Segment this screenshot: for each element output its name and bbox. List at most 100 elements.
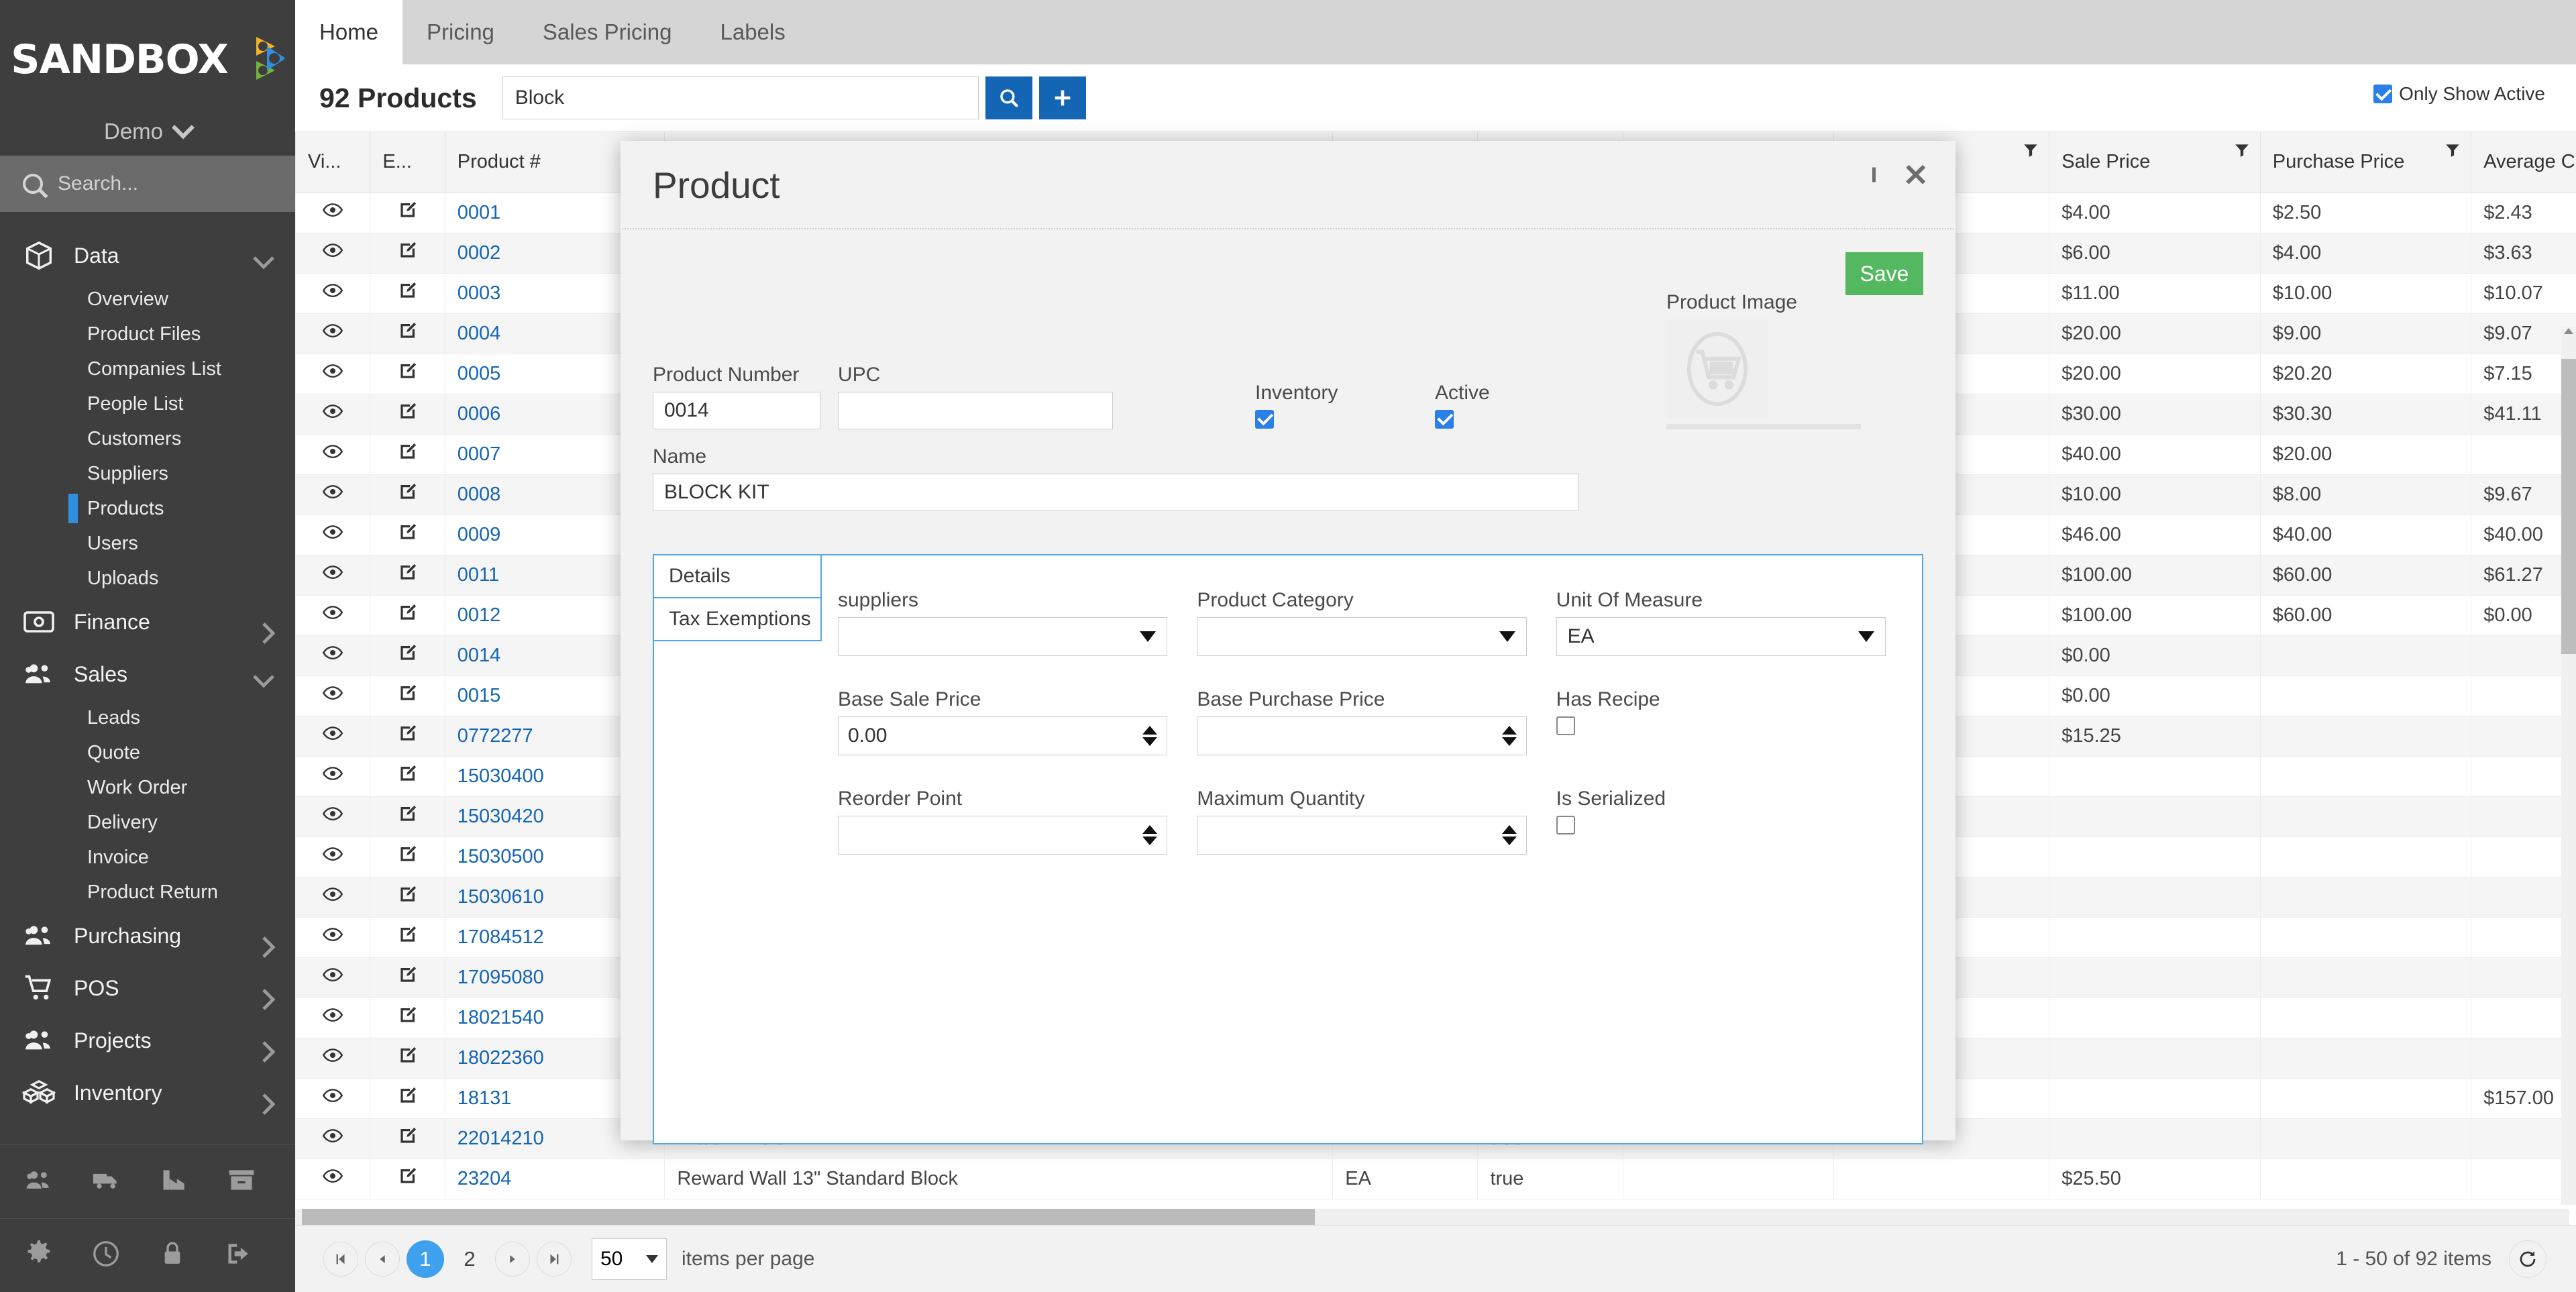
pencil-square-icon[interactable] xyxy=(398,965,418,985)
eye-icon[interactable] xyxy=(323,562,343,582)
row-edit-button[interactable] xyxy=(370,514,445,555)
sidebar-item-users[interactable]: Users xyxy=(87,526,295,561)
suppliers-select[interactable] xyxy=(838,617,1168,656)
sidebar-search[interactable]: Search... xyxy=(0,156,295,212)
sidebar-item-finance[interactable]: Finance xyxy=(0,596,295,648)
row-view-button[interactable] xyxy=(295,957,371,998)
product-image-scrollbar[interactable] xyxy=(1666,424,1861,429)
eye-icon[interactable] xyxy=(323,482,343,502)
pencil-square-icon[interactable] xyxy=(398,280,418,301)
tab-details[interactable]: Details xyxy=(654,555,822,598)
eye-icon[interactable] xyxy=(323,763,343,784)
first-page-button[interactable] xyxy=(323,1241,358,1277)
eye-icon[interactable] xyxy=(323,643,343,663)
row-view-button[interactable] xyxy=(295,635,371,676)
filter-icon-wrap[interactable] xyxy=(2444,142,2461,164)
pencil-square-icon[interactable] xyxy=(398,602,418,623)
base-sale-price-input[interactable]: 0.00 xyxy=(838,716,1168,755)
row-edit-button[interactable] xyxy=(370,675,445,716)
tab-sales-pricing[interactable]: Sales Pricing xyxy=(519,0,696,64)
row-edit-button[interactable] xyxy=(370,755,445,797)
only-show-active-toggle[interactable]: Only Show Active xyxy=(2373,83,2545,105)
eye-icon[interactable] xyxy=(323,683,343,703)
row-edit-button[interactable] xyxy=(370,192,445,233)
tab-home[interactable]: Home xyxy=(295,0,403,64)
row-edit-button[interactable] xyxy=(370,594,445,636)
row-edit-button[interactable] xyxy=(370,836,445,877)
gear-icon[interactable] xyxy=(24,1239,54,1272)
row-view-button[interactable] xyxy=(295,192,371,233)
sidebar-item-companies-list[interactable]: Companies List xyxy=(87,352,295,386)
row-view-button[interactable] xyxy=(295,1077,371,1119)
eye-icon[interactable] xyxy=(323,321,343,341)
row-view-button[interactable] xyxy=(295,433,371,475)
row-view-button[interactable] xyxy=(295,594,371,636)
sidebar-item-products[interactable]: Products xyxy=(68,491,295,526)
grid-horizontal-scrollbar[interactable] xyxy=(295,1209,2569,1225)
eye-icon[interactable] xyxy=(323,602,343,623)
clock-icon[interactable] xyxy=(91,1239,121,1272)
row-view-button[interactable] xyxy=(295,1158,371,1199)
stepper-up-icon[interactable] xyxy=(1142,825,1158,834)
row-edit-button[interactable] xyxy=(370,232,445,274)
close-icon[interactable]: ✕ xyxy=(1902,160,1929,191)
row-edit-button[interactable] xyxy=(370,353,445,394)
prev-page-button[interactable] xyxy=(365,1241,400,1277)
save-button[interactable]: Save xyxy=(1845,252,1923,295)
page-button-2[interactable]: 2 xyxy=(451,1240,488,1278)
sidebar-item-data[interactable]: Data xyxy=(0,229,295,282)
row-view-button[interactable] xyxy=(295,997,371,1038)
next-page-button[interactable] xyxy=(495,1241,530,1277)
is-serialized-checkbox[interactable] xyxy=(1556,816,1575,835)
filter-icon-wrap[interactable] xyxy=(2022,142,2039,164)
truck-icon[interactable] xyxy=(91,1165,122,1198)
eye-icon[interactable] xyxy=(323,1166,343,1186)
row-edit-button[interactable] xyxy=(370,796,445,837)
pencil-square-icon[interactable] xyxy=(398,723,418,743)
tab-pricing[interactable]: Pricing xyxy=(402,0,519,64)
sidebar-item-sales[interactable]: Sales xyxy=(0,648,295,700)
sidebar-item-product-files[interactable]: Product Files xyxy=(87,317,295,352)
sidebar-item-inventory[interactable]: Inventory xyxy=(0,1067,295,1119)
sidebar-item-overview[interactable]: Overview xyxy=(87,282,295,317)
sidebar-item-work-order[interactable]: Work Order xyxy=(87,770,295,805)
horizontal-scroll-thumb[interactable] xyxy=(302,1209,1315,1225)
sidebar-item-product-return[interactable]: Product Return xyxy=(87,875,295,910)
row-edit-button[interactable] xyxy=(370,433,445,475)
app-logo[interactable]: SANDBOX xyxy=(0,0,295,107)
sidebar-item-customers[interactable]: Customers xyxy=(87,421,295,456)
table-row[interactable]: 23204 Reward Wall 13" Standard Block EA tru… xyxy=(295,1158,2576,1199)
row-edit-button[interactable] xyxy=(370,876,445,918)
search-input[interactable] xyxy=(502,76,979,119)
column-header-e[interactable]: E... xyxy=(370,132,445,193)
unit-of-measure-select[interactable]: EA xyxy=(1556,617,1886,656)
filter-icon-wrap[interactable] xyxy=(2233,142,2251,164)
pencil-square-icon[interactable] xyxy=(398,643,418,663)
pencil-square-icon[interactable] xyxy=(398,482,418,502)
eye-icon[interactable] xyxy=(323,844,343,864)
sidebar-item-invoice[interactable]: Invoice xyxy=(87,840,295,875)
eye-icon[interactable] xyxy=(323,924,343,945)
pencil-square-icon[interactable] xyxy=(398,522,418,542)
org-selector[interactable]: Demo xyxy=(0,107,295,156)
row-edit-button[interactable] xyxy=(370,393,445,435)
items-per-page-select[interactable]: 50 xyxy=(592,1238,667,1280)
pencil-square-icon[interactable] xyxy=(398,844,418,864)
eye-icon[interactable] xyxy=(323,1045,343,1065)
row-view-button[interactable] xyxy=(295,313,371,354)
pencil-square-icon[interactable] xyxy=(398,1166,418,1186)
row-view-button[interactable] xyxy=(295,353,371,394)
row-view-button[interactable] xyxy=(295,554,371,596)
eye-icon[interactable] xyxy=(323,884,343,904)
eye-icon[interactable] xyxy=(323,522,343,542)
eye-icon[interactable] xyxy=(323,280,343,301)
tab-tax-exemptions[interactable]: Tax Exemptions xyxy=(654,598,822,641)
product-number-input[interactable]: 0014 xyxy=(653,392,820,429)
eye-icon[interactable] xyxy=(323,240,343,260)
pencil-square-icon[interactable] xyxy=(398,1085,418,1106)
archive-icon[interactable] xyxy=(227,1165,256,1198)
product-category-select[interactable] xyxy=(1197,617,1527,656)
row-edit-button[interactable] xyxy=(370,554,445,596)
row-edit-button[interactable] xyxy=(370,635,445,676)
row-view-button[interactable] xyxy=(295,272,371,314)
